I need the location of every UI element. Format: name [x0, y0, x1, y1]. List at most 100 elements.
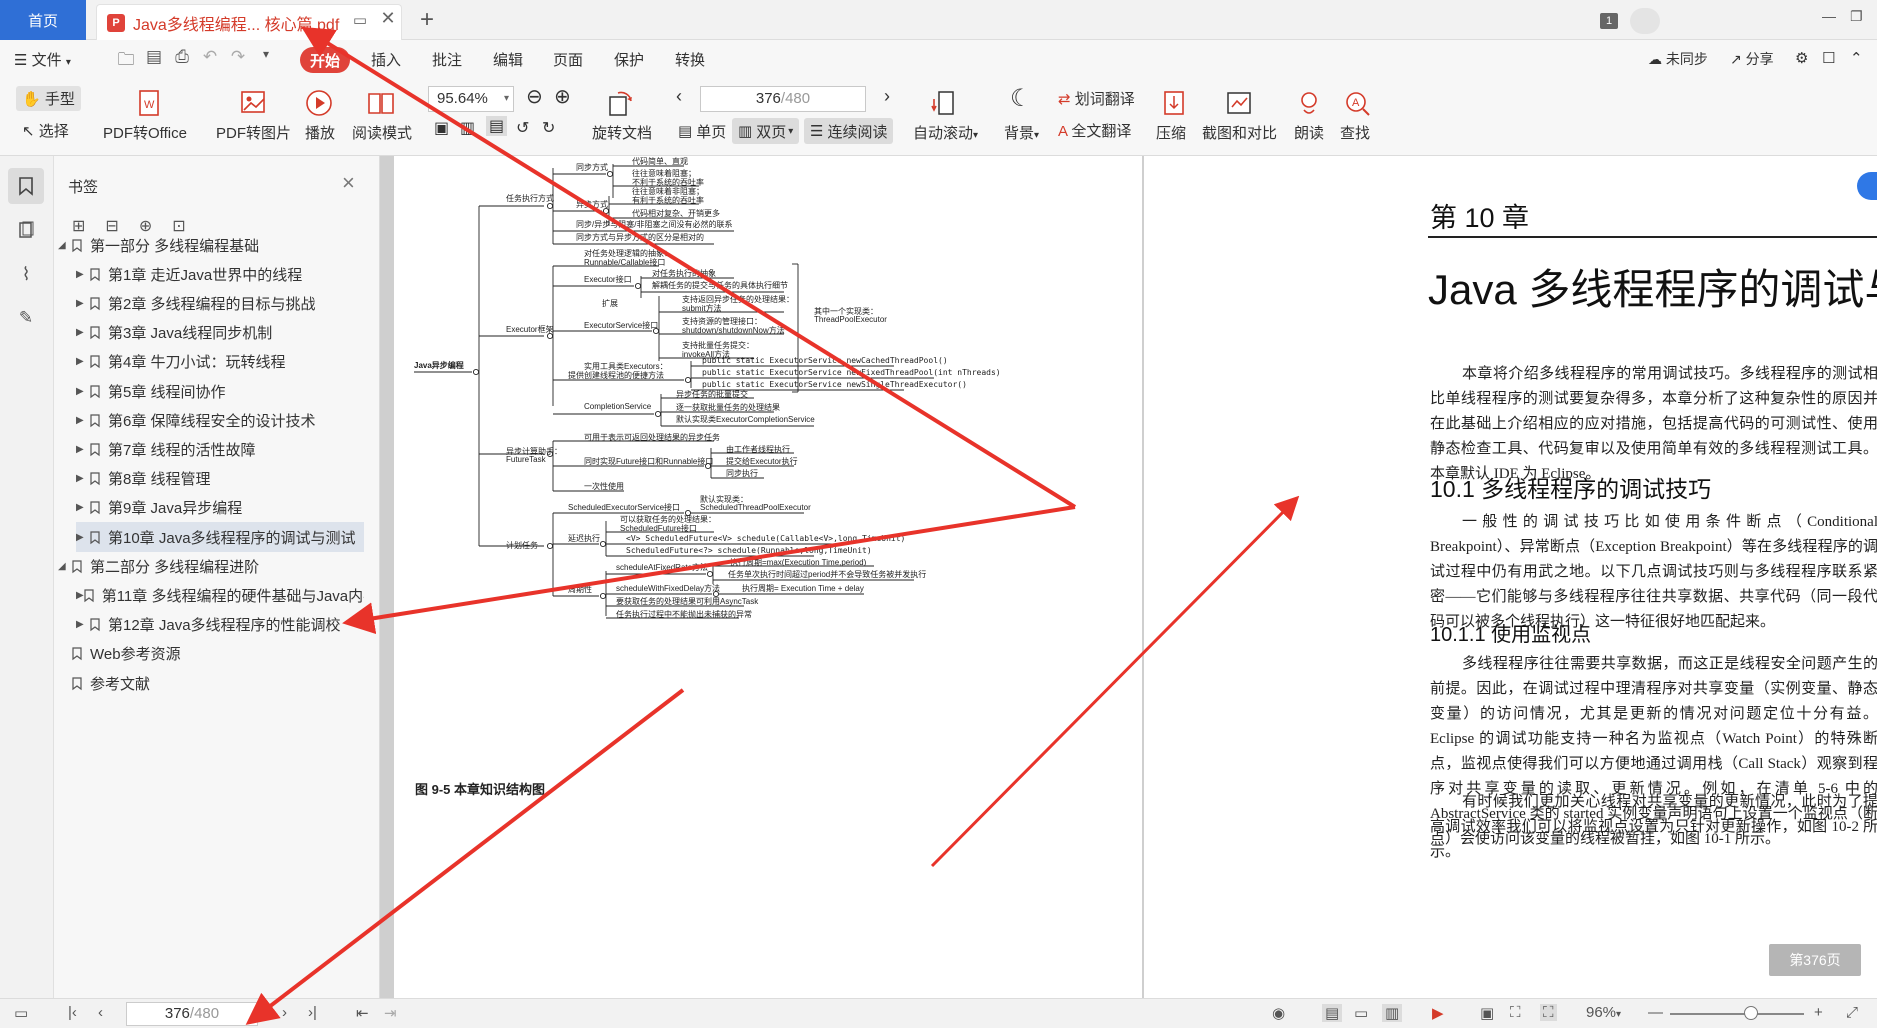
single-page-button[interactable]: ▤ 单页 — [672, 118, 732, 144]
bookmark-item[interactable]: ▶ 第4章 牛刀小试：玩转线程 — [76, 347, 364, 377]
continuous-read-button[interactable]: ☰ 连续阅读 — [804, 118, 894, 144]
settings-icon[interactable]: ⚙ — [1795, 49, 1808, 67]
share-button[interactable]: ↗ 分享 — [1730, 49, 1774, 69]
side-assistant-icon[interactable] — [1857, 172, 1877, 200]
expand-right-icon[interactable]: ▶ — [76, 269, 90, 280]
expand-right-icon[interactable]: ▶ — [76, 532, 90, 543]
full-translate-button[interactable]: A 全文翻译 — [1058, 120, 1131, 141]
avatar[interactable] — [1630, 8, 1660, 34]
thumbnail-panel-icon[interactable] — [8, 212, 44, 248]
pdf-to-office-button[interactable]: PDF转Office — [103, 122, 187, 143]
screenshot-compare-button[interactable]: 截图和对比 — [1202, 122, 1277, 143]
pdf-to-image-button[interactable]: PDF转图片 — [216, 122, 291, 143]
document-viewport[interactable]: Java异步编程 任务执行方式 同步方式 代码简单、直观 往往意味着阻塞； 不利于系统的吞… — [380, 156, 1877, 998]
play-button[interactable]: 播放 — [305, 122, 335, 143]
new-tab-icon[interactable]: + — [420, 6, 434, 34]
rotate-document-button[interactable]: 旋转文档 — [592, 122, 652, 143]
bookmark-item[interactable]: ▶ 第9章 Java异步编程 — [76, 493, 364, 523]
auto-scroll-button[interactable]: 自动滚动▾ — [913, 122, 978, 143]
actual-size-icon[interactable]: ▣ — [434, 118, 449, 138]
rotate-left-icon[interactable]: ↺ — [516, 118, 529, 138]
sync-status[interactable]: ☁ 未同步 — [1648, 49, 1708, 69]
hand-tool[interactable]: ✋ 手型 — [16, 86, 81, 111]
fit-page-icon[interactable]: ⛶ — [1510, 1004, 1521, 1021]
bookmark-item[interactable]: Web参考资源 — [58, 639, 364, 669]
play-icon[interactable]: ▶ — [1432, 1004, 1444, 1022]
bookmark-item[interactable]: ▶ 第8章 线程管理 — [76, 464, 364, 494]
fit-page-icon[interactable]: ▤ — [486, 116, 508, 136]
fit-width-icon[interactable]: ⛶ — [1540, 1004, 1557, 1021]
menu-insert[interactable]: 插入 — [371, 49, 401, 70]
undo-icon[interactable]: ↶ — [199, 47, 221, 69]
expand-right-icon[interactable]: ▶ — [76, 619, 90, 630]
open-folder-icon[interactable]: 🗀 — [115, 47, 137, 69]
feedback-icon[interactable]: ☐ — [1822, 49, 1835, 67]
attachment-icon[interactable]: ⌇ — [8, 256, 44, 292]
bookmark-item[interactable]: ▶ 第12章 Java多线程程序的性能调校 — [76, 610, 364, 640]
print-icon[interactable]: ⎙ — [171, 47, 193, 69]
tab-home[interactable]: 首页 — [0, 0, 86, 40]
menu-convert[interactable]: 转换 — [675, 49, 705, 70]
bookmark-panel-icon[interactable] — [8, 168, 44, 204]
zoom-in-icon[interactable]: ⊕ — [554, 84, 571, 109]
zoom-slider-knob[interactable] — [1744, 1006, 1758, 1020]
bookmark-item[interactable]: ▶ 第2章 多线程编程的目标与挑战 — [76, 288, 364, 318]
bookmark-item[interactable]: ▶ 第7章 线程的活性故障 — [76, 434, 364, 464]
bookmark-item[interactable]: ▶ 第6章 保障线程安全的设计技术 — [76, 405, 364, 435]
select-tool[interactable]: ↖ 选择 — [22, 120, 69, 141]
actual-size-icon[interactable]: ▣ — [1480, 1004, 1494, 1022]
menu-edit[interactable]: 编辑 — [493, 49, 523, 70]
last-page-icon[interactable]: ›| — [308, 1004, 317, 1021]
zoom-out-icon[interactable]: — — [1648, 1004, 1663, 1021]
expand-right-icon[interactable]: ▶ — [76, 590, 84, 601]
expand-right-icon[interactable]: ▶ — [76, 444, 90, 455]
save-icon[interactable]: ▤ — [143, 47, 165, 69]
menu-file[interactable]: ☰ 文件 ▾ — [14, 49, 71, 70]
bookmark-item[interactable]: ▶ 第11章 多线程编程的硬件基础与Java内存模型 — [76, 580, 364, 610]
next-page-icon[interactable]: › — [282, 1004, 287, 1021]
zoom-slider-track[interactable] — [1670, 1013, 1804, 1015]
signature-icon[interactable]: ✎ — [8, 300, 44, 336]
bookmark-item[interactable]: ◢ 第一部分 多线程编程基础 — [58, 230, 364, 260]
zoom-in-icon[interactable]: + — [1814, 1004, 1823, 1021]
read-aloud-button[interactable]: 朗读 — [1294, 122, 1324, 143]
menu-protect[interactable]: 保护 — [614, 49, 644, 70]
double-view-icon[interactable]: ▥ — [1382, 1004, 1403, 1022]
read-mode-button[interactable]: 阅读模式 — [352, 122, 412, 143]
menu-start[interactable]: 开始 — [300, 47, 350, 73]
expand-down-icon[interactable]: ◢ — [58, 561, 72, 572]
next-page-icon[interactable]: › — [884, 86, 890, 107]
tab-document[interactable]: P Java多线程编程... 核心篇.pdf ▭ ✕ — [96, 4, 402, 40]
bookmark-item[interactable]: ▶ 第3章 Java线程同步机制 — [76, 318, 364, 348]
background-button[interactable]: 背景▾ — [1004, 122, 1039, 143]
expand-right-icon[interactable]: ▶ — [76, 386, 90, 397]
expand-right-icon[interactable]: ▶ — [76, 415, 90, 426]
zoom-dropdown[interactable]: 96%▾ — [1586, 1004, 1621, 1021]
minimize-icon[interactable]: — — [1822, 8, 1836, 24]
prev-page-icon[interactable]: ‹ — [98, 1004, 103, 1021]
expand-right-icon[interactable]: ▶ — [76, 502, 90, 513]
first-page-icon[interactable]: |‹ — [68, 1004, 77, 1021]
close-tab-icon[interactable]: ✕ — [377, 8, 399, 29]
bookmark-item[interactable]: ▶ 第10章 Java多线程程序的调试与测试 — [76, 522, 364, 552]
zoom-out-icon[interactable]: ⊖ — [526, 84, 543, 109]
expand-right-icon[interactable]: ▶ — [76, 356, 90, 367]
redo-icon[interactable]: ↷ — [227, 47, 249, 69]
back-icon[interactable]: ⇤ — [356, 1004, 369, 1022]
close-icon[interactable]: × — [342, 170, 355, 196]
zoom-input[interactable]: 95.64% ▾ — [428, 86, 514, 112]
bookmark-item[interactable]: 参考文献 — [58, 668, 364, 698]
window-count-badge[interactable]: 1 — [1600, 13, 1618, 29]
single-view-icon[interactable]: ▤ — [1322, 1004, 1343, 1022]
bookmark-item[interactable]: ▶ 第1章 走近Java世界中的线程 — [76, 259, 364, 289]
bookmark-item[interactable]: ◢ 第二部分 多线程编程进阶 — [58, 551, 364, 581]
pin-tab-icon[interactable]: ▭ — [349, 11, 371, 29]
more-chevron-icon[interactable]: ▾ — [255, 47, 277, 69]
word-translate-button[interactable]: ⇄ 划词翻译 — [1058, 88, 1135, 109]
bookmark-item[interactable]: ▶ 第5章 线程间协作 — [76, 376, 364, 406]
rotate-right-icon[interactable]: ↻ — [542, 118, 555, 138]
menu-page[interactable]: 页面 — [553, 49, 583, 70]
expand-right-icon[interactable]: ▶ — [76, 298, 90, 309]
status-page-input[interactable]: 376/480 — [126, 1002, 258, 1026]
collapse-ribbon-icon[interactable]: ⌃ — [1850, 49, 1863, 67]
